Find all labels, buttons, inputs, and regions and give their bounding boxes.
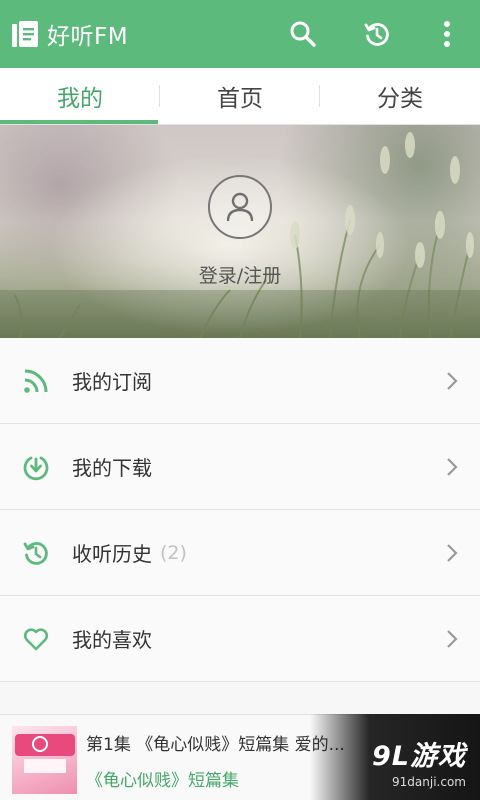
app-bar: 好听FM — [0, 0, 480, 68]
history-count-badge: (2) — [160, 541, 187, 564]
history-icon — [364, 23, 389, 46]
menu-item-subscriptions[interactable]: 我的订阅 — [0, 338, 480, 424]
login-avatar-button[interactable] — [208, 175, 272, 239]
search-icon — [290, 21, 316, 47]
history-icon — [21, 538, 51, 568]
menu-item-label: 我的订阅 — [72, 370, 152, 394]
track-series: 《龟心似贱》短篇集 — [86, 771, 239, 791]
menu-item-favorites[interactable]: 我的喜欢 — [0, 596, 480, 682]
site-watermark: 9L游戏 91danji.com — [310, 714, 480, 800]
heart-icon — [21, 624, 51, 654]
menu-item-label: 收听历史 — [72, 542, 152, 566]
tab-label: 首页 — [217, 86, 263, 112]
tab-label: 分类 — [377, 86, 423, 112]
search-button[interactable] — [283, 14, 323, 54]
tab-label: 我的 — [57, 86, 103, 112]
tab-mine[interactable]: 我的 — [0, 68, 160, 124]
tab-bar: 我的 首页 分类 — [0, 68, 480, 125]
user-icon — [226, 192, 254, 222]
history-button[interactable] — [357, 14, 397, 54]
menu-item-label: 我的下载 — [72, 456, 152, 480]
profile-banner: 登录/注册 — [0, 125, 480, 338]
app-logo-icon — [10, 19, 40, 49]
my-menu-list: 我的订阅 我的下载 收听历史 (2) 我的喜欢 — [0, 338, 480, 682]
chevron-right-icon — [447, 372, 458, 390]
watermark-brand: 9L游戏 — [372, 741, 466, 772]
login-register-link[interactable]: 登录/注册 — [0, 261, 480, 288]
rss-icon — [21, 366, 51, 396]
menu-item-history[interactable]: 收听历史 (2) — [0, 510, 480, 596]
menu-item-downloads[interactable]: 我的下载 — [0, 424, 480, 510]
watermark-url: 91danji.com — [392, 775, 466, 789]
album-cover-image — [12, 726, 77, 794]
chevron-right-icon — [447, 630, 458, 648]
chevron-right-icon — [447, 544, 458, 562]
more-options-button[interactable] — [427, 14, 467, 54]
chevron-right-icon — [447, 458, 458, 476]
download-icon — [21, 452, 51, 482]
mini-player[interactable]: 第1集 《龟心似贱》短篇集 爱的... 《龟心似贱》短篇集 9L游戏 91dan… — [0, 714, 480, 800]
more-vert-icon — [444, 21, 450, 47]
tab-home[interactable]: 首页 — [160, 68, 320, 124]
tab-category[interactable]: 分类 — [320, 68, 480, 124]
app-title: 好听FM — [47, 24, 129, 50]
menu-item-label: 我的喜欢 — [72, 628, 152, 652]
